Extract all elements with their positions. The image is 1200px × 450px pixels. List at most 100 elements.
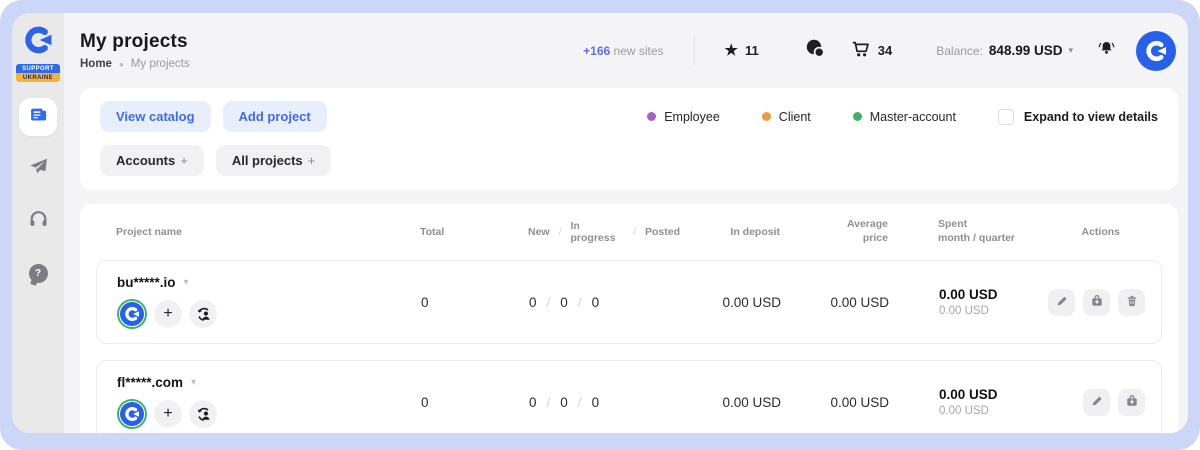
filters-card: View catalog Add project Employee Client [80, 88, 1178, 190]
project-name: bu*****.io [117, 275, 176, 290]
all-projects-filter-label: All projects [232, 153, 303, 168]
balance-dropdown[interactable]: Balance: 848.99 USD ▾ [936, 43, 1073, 58]
archive-icon [1090, 294, 1104, 311]
pencil-icon [1055, 294, 1069, 311]
total-value: 0 [401, 395, 489, 410]
support-headset-icon [28, 208, 49, 234]
chat-icon [805, 38, 825, 63]
legend-client-label: Client [779, 110, 811, 124]
add-account-button[interactable]: + [154, 300, 182, 328]
separator: / [547, 295, 551, 310]
total-value: 0 [401, 295, 489, 310]
account-avatar[interactable] [117, 299, 147, 329]
row-actions [1037, 289, 1145, 316]
accounts-filter-label: Accounts [116, 153, 175, 168]
account-logo-avatar[interactable] [1136, 31, 1176, 71]
brand-logo-icon[interactable] [21, 23, 55, 62]
all-projects-filter-button[interactable]: All projects+ [216, 145, 331, 176]
topbar: My projects Home ● My projects +166 new … [64, 13, 1188, 88]
notifications-button[interactable] [1097, 39, 1116, 63]
project-name: fl*****.com [117, 375, 183, 390]
new-sites-counter[interactable]: +166 new sites [583, 44, 663, 58]
column-new: New [528, 226, 550, 238]
account-avatar[interactable] [117, 399, 147, 429]
table-row: fl*****.com ▾ + 0 0 [96, 360, 1162, 433]
delete-button[interactable] [1118, 289, 1145, 316]
column-average-line1: Average [830, 218, 888, 232]
chevron-down-icon: ▾ [184, 277, 189, 288]
status-counts: 0 / 0 / 0 [489, 295, 681, 310]
column-average-price: Average price [780, 218, 888, 245]
legend-employee-label: Employee [664, 110, 720, 124]
view-catalog-button[interactable]: View catalog [100, 101, 211, 132]
switch-account-button[interactable] [189, 400, 217, 428]
cart-icon [851, 39, 871, 62]
legend-employee: Employee [647, 110, 720, 124]
separator: / [578, 395, 582, 410]
breadcrumb-current: My projects [131, 58, 190, 70]
project-name-cell: fl*****.com ▾ + [117, 375, 401, 429]
status-counts: 0 / 0 / 0 [489, 395, 681, 410]
edit-button[interactable] [1083, 389, 1110, 416]
projects-table-card: Project name Total New / In progress / P… [80, 204, 1178, 433]
column-spent-line2: month / quarter [938, 232, 1036, 246]
posted-value: 0 [592, 295, 600, 310]
spent-sub-value: 0.00 USD [939, 405, 1037, 417]
pencil-icon [1090, 394, 1104, 411]
add-project-button[interactable]: Add project [223, 101, 327, 132]
sidebar-item-help[interactable]: ? [19, 254, 57, 292]
spent-sub-value: 0.00 USD [939, 305, 1037, 317]
projects-news-icon [29, 105, 48, 129]
page-frame: SUPPORT UKRAINE [0, 0, 1200, 450]
in-progress-value: 0 [560, 395, 568, 410]
add-account-button[interactable]: + [154, 400, 182, 428]
archive-button[interactable] [1083, 289, 1110, 316]
employee-dot-icon [647, 112, 656, 121]
sidebar-item-projects[interactable] [19, 98, 57, 136]
balance-value: 848.99 USD [989, 43, 1063, 58]
legend-master-account: Master-account [853, 110, 956, 124]
table-header-row: Project name Total New / In progress / P… [96, 204, 1162, 260]
master-account-dot-icon [853, 112, 862, 121]
switch-account-button[interactable] [189, 300, 217, 328]
cart-counter[interactable]: 34 [851, 39, 892, 62]
new-sites-count: +166 [583, 44, 610, 58]
edit-button[interactable] [1048, 289, 1075, 316]
cart-count: 34 [878, 43, 892, 58]
project-name-dropdown[interactable]: bu*****.io ▾ [117, 275, 401, 290]
accounts-filter-button[interactable]: Accounts+ [100, 145, 204, 176]
messages-button[interactable] [805, 38, 825, 63]
page-heading: My projects Home ● My projects [80, 31, 190, 70]
favorites-count: 11 [745, 43, 759, 58]
archive-button[interactable] [1118, 389, 1145, 416]
column-posted: Posted [645, 226, 680, 238]
topbar-divider [694, 36, 695, 66]
sidebar-item-support[interactable] [19, 202, 57, 240]
main-area: My projects Home ● My projects +166 new … [64, 13, 1188, 433]
in-deposit-value: 0.00 USD [681, 395, 781, 410]
sidebar-item-messenger[interactable] [19, 150, 57, 188]
expand-details-toggle[interactable]: Expand to view details [998, 109, 1158, 125]
column-in-deposit: In deposit [680, 226, 780, 238]
legend-master-account-label: Master-account [870, 110, 956, 124]
posted-value: 0 [592, 395, 600, 410]
help-icon: ? [29, 264, 48, 283]
badge-line2: UKRAINE [16, 73, 60, 82]
filters-row-primary: View catalog Add project Employee Client [100, 101, 1158, 132]
expand-details-label: Expand to view details [1024, 110, 1158, 124]
column-separator: / [633, 226, 636, 238]
breadcrumb-home[interactable]: Home [80, 58, 112, 70]
project-name-dropdown[interactable]: fl*****.com ▾ [117, 375, 401, 390]
favorites-counter[interactable]: ★ 11 [725, 43, 759, 58]
expand-details-checkbox[interactable] [998, 109, 1014, 125]
row-actions [1037, 389, 1145, 416]
column-spent: Spent month / quarter [888, 218, 1036, 245]
in-deposit-value: 0.00 USD [681, 295, 781, 310]
new-value: 0 [529, 295, 537, 310]
spent-cell: 0.00 USD 0.00 USD [889, 287, 1037, 317]
column-average-line2: price [830, 232, 888, 246]
column-actions: Actions [1036, 226, 1146, 238]
column-project-name: Project name [116, 226, 400, 238]
trash-icon [1125, 294, 1139, 311]
column-separator: / [559, 226, 562, 238]
